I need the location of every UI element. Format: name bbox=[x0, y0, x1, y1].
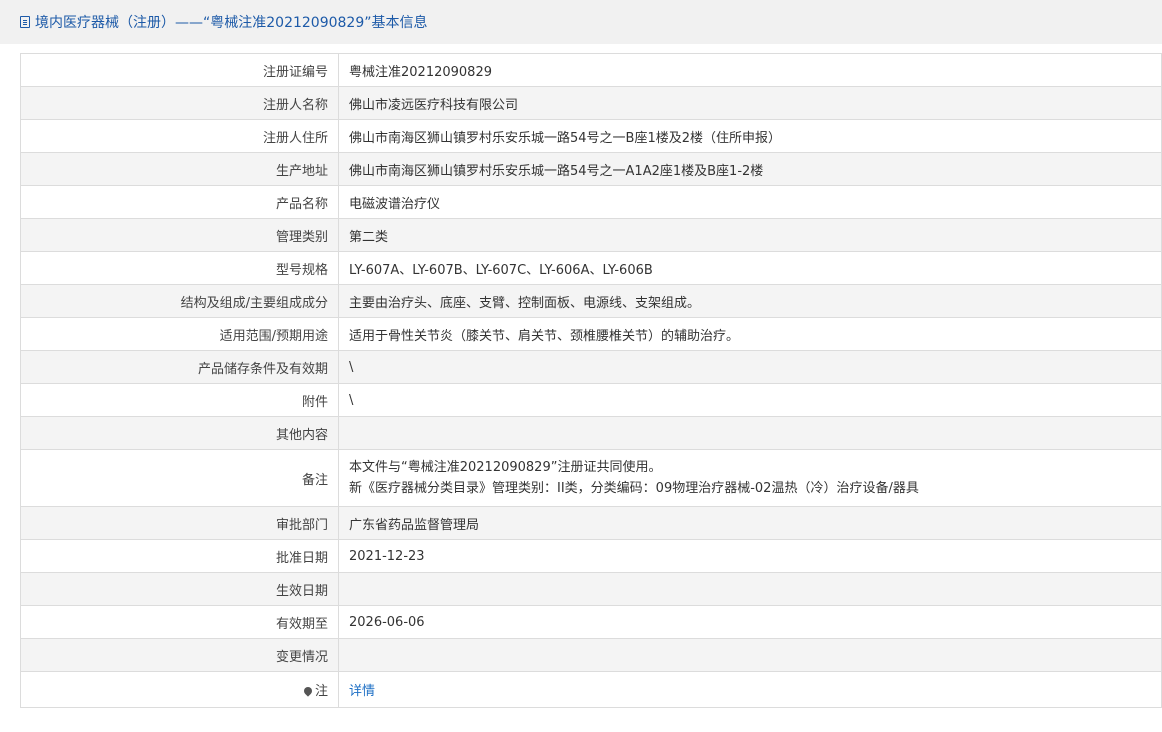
field-label: 备注 bbox=[20, 449, 339, 507]
field-value: 佛山市凌远医疗科技有限公司 bbox=[338, 86, 1162, 120]
field-value: 适用于骨性关节炎（膝关节、肩关节、颈椎腰椎关节）的辅助治疗。 bbox=[338, 317, 1162, 351]
field-label: 其他内容 bbox=[20, 416, 339, 450]
table-row: 注册人名称 佛山市凌远医疗科技有限公司 bbox=[20, 86, 1162, 120]
field-label: 有效期至 bbox=[20, 605, 339, 639]
table-row: 结构及组成/主要组成成分 主要由治疗头、底座、支臂、控制面板、电源线、支架组成。 bbox=[20, 284, 1162, 318]
field-value: 主要由治疗头、底座、支臂、控制面板、电源线、支架组成。 bbox=[338, 284, 1162, 318]
document-icon bbox=[20, 16, 30, 28]
field-value bbox=[338, 638, 1162, 672]
note-value-cell: 详情 bbox=[338, 671, 1162, 708]
field-label: 型号规格 bbox=[20, 251, 339, 285]
remark-line-2: 新《医疗器械分类目录》管理类别：II类，分类编码：09物理治疗器械-02温热（冷… bbox=[349, 481, 919, 496]
field-label: 管理类别 bbox=[20, 218, 339, 252]
table-row: 型号规格 LY-607A、LY-607B、LY-607C、LY-606A、LY-… bbox=[20, 251, 1162, 285]
field-label: 注册人名称 bbox=[20, 86, 339, 120]
field-value: LY-607A、LY-607B、LY-607C、LY-606A、LY-606B bbox=[338, 251, 1162, 285]
field-label: 结构及组成/主要组成成分 bbox=[20, 284, 339, 318]
field-label: 注册人住所 bbox=[20, 119, 339, 153]
table-row: 附件 \ bbox=[20, 383, 1162, 417]
field-value: \ bbox=[338, 350, 1162, 384]
field-label: 变更情况 bbox=[20, 638, 339, 672]
field-label: 适用范围/预期用途 bbox=[20, 317, 339, 351]
field-value: 佛山市南海区狮山镇罗村乐安乐城一路54号之一A1A2座1楼及B座1-2楼 bbox=[338, 152, 1162, 186]
field-label: 产品名称 bbox=[20, 185, 339, 219]
field-value: 第二类 bbox=[338, 218, 1162, 252]
field-value: 电磁波谱治疗仪 bbox=[338, 185, 1162, 219]
table-row: 生产地址 佛山市南海区狮山镇罗村乐安乐城一路54号之一A1A2座1楼及B座1-2… bbox=[20, 152, 1162, 186]
table-row: 审批部门 广东省药品监督管理局 bbox=[20, 506, 1162, 540]
note-label-cell: 注 bbox=[20, 671, 339, 708]
table-row: 批准日期 2021-12-23 bbox=[20, 539, 1162, 573]
field-label: 附件 bbox=[20, 383, 339, 417]
table-row-remark: 备注 本文件与“粤械注准20212090829”注册证共同使用。 新《医疗器械分… bbox=[20, 449, 1162, 507]
table-row-note: 注 详情 bbox=[20, 671, 1162, 708]
field-value: 佛山市南海区狮山镇罗村乐安乐城一路54号之一B座1楼及2楼（住所申报） bbox=[338, 119, 1162, 153]
field-label: 产品储存条件及有效期 bbox=[20, 350, 339, 384]
details-link[interactable]: 详情 bbox=[349, 684, 375, 699]
table-row: 注册证编号 粤械注准20212090829 bbox=[20, 53, 1162, 87]
field-value: \ bbox=[338, 383, 1162, 417]
note-label: 注 bbox=[314, 684, 328, 699]
pin-icon bbox=[302, 685, 314, 697]
field-value bbox=[338, 572, 1162, 606]
table-row: 注册人住所 佛山市南海区狮山镇罗村乐安乐城一路54号之一B座1楼及2楼（住所申报… bbox=[20, 119, 1162, 153]
remark-line-1: 本文件与“粤械注准20212090829”注册证共同使用。 bbox=[349, 460, 662, 475]
page-title-bar: 境内医疗器械（注册）——“粤械注准20212090829”基本信息 bbox=[0, 0, 1162, 44]
remark-value: 本文件与“粤械注准20212090829”注册证共同使用。 新《医疗器械分类目录… bbox=[338, 449, 1162, 507]
field-value bbox=[338, 416, 1162, 450]
table-row: 有效期至 2026-06-06 bbox=[20, 605, 1162, 639]
field-label: 生效日期 bbox=[20, 572, 339, 606]
field-value: 广东省药品监督管理局 bbox=[338, 506, 1162, 540]
field-label: 注册证编号 bbox=[20, 53, 339, 87]
field-label: 生产地址 bbox=[20, 152, 339, 186]
table-row: 生效日期 bbox=[20, 572, 1162, 606]
field-label: 审批部门 bbox=[20, 506, 339, 540]
info-table: 注册证编号 粤械注准20212090829 注册人名称 佛山市凌远医疗科技有限公… bbox=[20, 53, 1162, 708]
field-value: 2021-12-23 bbox=[338, 539, 1162, 573]
field-label: 批准日期 bbox=[20, 539, 339, 573]
field-value: 粤械注准20212090829 bbox=[338, 53, 1162, 87]
table-row: 产品储存条件及有效期 \ bbox=[20, 350, 1162, 384]
field-value: 2026-06-06 bbox=[338, 605, 1162, 639]
table-row: 管理类别 第二类 bbox=[20, 218, 1162, 252]
table-row: 产品名称 电磁波谱治疗仪 bbox=[20, 185, 1162, 219]
table-row: 适用范围/预期用途 适用于骨性关节炎（膝关节、肩关节、颈椎腰椎关节）的辅助治疗。 bbox=[20, 317, 1162, 351]
page-title: 境内医疗器械（注册）——“粤械注准20212090829”基本信息 bbox=[35, 15, 428, 31]
table-row: 其他内容 bbox=[20, 416, 1162, 450]
table-row: 变更情况 bbox=[20, 638, 1162, 672]
